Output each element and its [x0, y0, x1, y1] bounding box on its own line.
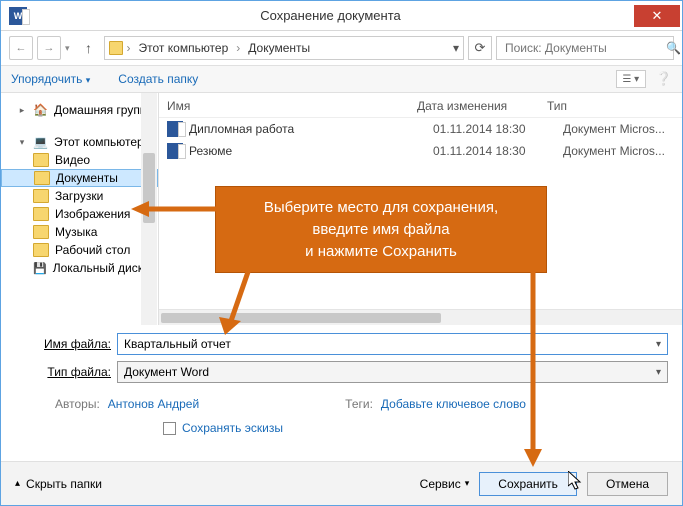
forward-button[interactable]: → — [37, 36, 61, 60]
word-app-icon: W — [9, 7, 27, 25]
breadcrumb-dropdown-icon[interactable]: ▾ — [453, 41, 459, 55]
sidebar-item-desktop[interactable]: Рабочий стол — [1, 241, 158, 259]
column-header-name[interactable]: Имя — [167, 99, 417, 113]
thumbnails-label[interactable]: Сохранять эскизы — [182, 421, 283, 435]
column-header-date[interactable]: Дата изменения — [417, 99, 547, 113]
tree-label: Этот компьютер — [54, 135, 144, 149]
dropdown-icon[interactable]: ▾ — [656, 339, 661, 350]
tags-label: Теги: — [345, 397, 373, 411]
sidebar-item-drive[interactable]: 💾 Локальный диск — [1, 259, 158, 277]
view-mode-button[interactable]: ☰ ▾ — [616, 70, 646, 88]
file-date: 01.11.2014 18:30 — [433, 144, 563, 158]
filetype-value: Документ Word — [124, 365, 209, 379]
column-header-type[interactable]: Тип — [547, 99, 674, 113]
sidebar-item-homegroup[interactable]: ▸ 🏠 Домашняя группа — [1, 101, 158, 119]
file-name: Дипломная работа — [189, 122, 433, 136]
organize-menu[interactable]: Упорядочить ▾ — [11, 72, 90, 86]
word-file-icon — [167, 143, 183, 159]
callout-line: и нажмите Сохранить — [230, 241, 532, 263]
file-date: 01.11.2014 18:30 — [433, 122, 563, 136]
tree-label: Рабочий стол — [55, 243, 130, 257]
sidebar-item-music[interactable]: Музыка — [1, 223, 158, 241]
file-row[interactable]: Дипломная работа 01.11.2014 18:30 Докуме… — [159, 118, 682, 140]
sidebar-scrollbar[interactable] — [141, 93, 157, 325]
history-dropdown-icon[interactable]: ▾ — [65, 43, 70, 54]
file-name: Резюме — [189, 144, 433, 158]
breadcrumb-item[interactable]: Этот компьютер — [135, 41, 233, 55]
sidebar-item-downloads[interactable]: Загрузки — [1, 187, 158, 205]
navigation-tree[interactable]: ▸ 🏠 Домашняя группа ▾ 💻 Этот компьютер В… — [1, 93, 159, 325]
tree-label: Документы — [56, 171, 118, 185]
tree-label: Домашняя группа — [54, 103, 153, 117]
new-folder-button[interactable]: Создать папку — [118, 72, 198, 86]
folder-icon — [33, 189, 49, 203]
filetype-select[interactable]: Документ Word ▾ — [117, 361, 668, 383]
tree-label: Изображения — [55, 207, 130, 221]
help-icon[interactable]: ❔ — [656, 71, 672, 87]
tree-label: Загрузки — [55, 189, 103, 203]
authors-value[interactable]: Антонов Андрей — [108, 397, 199, 411]
tags-value[interactable]: Добавьте ключевое слово — [381, 397, 526, 411]
folder-root-icon — [109, 41, 123, 55]
file-type: Документ Micros... — [563, 144, 674, 158]
tree-label: Музыка — [55, 225, 97, 239]
folder-icon — [33, 153, 49, 167]
sidebar-item-pictures[interactable]: Изображения — [1, 205, 158, 223]
dropdown-icon[interactable]: ▾ — [656, 367, 661, 378]
window-title: Сохранение документа — [27, 8, 634, 23]
up-button[interactable]: ↑ — [78, 37, 100, 59]
breadcrumb-item[interactable]: Документы — [244, 41, 314, 55]
close-button[interactable]: ✕ — [634, 5, 680, 27]
filename-value: Квартальный отчет — [124, 337, 231, 351]
callout-line: введите имя файла — [230, 219, 532, 241]
sidebar-item-computer[interactable]: ▾ 💻 Этот компьютер — [1, 133, 158, 151]
search-input[interactable] — [503, 40, 662, 56]
folder-icon — [33, 225, 49, 239]
file-list-hscrollbar[interactable] — [159, 309, 682, 325]
filetype-label: Тип файла: — [31, 365, 111, 379]
sidebar-item-documents[interactable]: Документы — [1, 169, 158, 187]
breadcrumb[interactable]: Этот компьютер Документы ▾ — [104, 36, 464, 60]
folder-icon — [33, 243, 49, 257]
tree-label: Видео — [55, 153, 90, 167]
file-row[interactable]: Резюме 01.11.2014 18:30 Документ Micros.… — [159, 140, 682, 162]
callout-annotation: Выберите место для сохранения, введите и… — [215, 186, 547, 273]
tree-label: Локальный диск — [53, 261, 143, 275]
folder-icon — [33, 207, 49, 221]
file-type: Документ Micros... — [563, 122, 674, 136]
refresh-button[interactable]: ⟳ — [468, 36, 492, 60]
tools-menu[interactable]: Сервис ▾ — [420, 477, 470, 491]
authors-label: Авторы: — [55, 397, 100, 411]
back-button[interactable]: ← — [9, 36, 33, 60]
search-box[interactable]: 🔍 — [496, 36, 674, 60]
hide-folders-label: Скрыть папки — [26, 477, 102, 491]
chevron-up-icon: ▴ — [15, 478, 20, 489]
search-icon: 🔍 — [666, 41, 681, 55]
thumbnails-checkbox[interactable] — [163, 422, 176, 435]
folder-icon — [34, 171, 50, 185]
word-file-icon — [167, 121, 183, 137]
filename-input[interactable]: Квартальный отчет ▾ — [117, 333, 668, 355]
filename-label: Имя файла: — [31, 337, 111, 351]
sidebar-item-video[interactable]: Видео — [1, 151, 158, 169]
save-button[interactable]: Сохранить — [479, 472, 577, 496]
cancel-button[interactable]: Отмена — [587, 472, 668, 496]
callout-line: Выберите место для сохранения, — [230, 197, 532, 219]
hide-folders-toggle[interactable]: ▴ Скрыть папки — [15, 477, 102, 491]
